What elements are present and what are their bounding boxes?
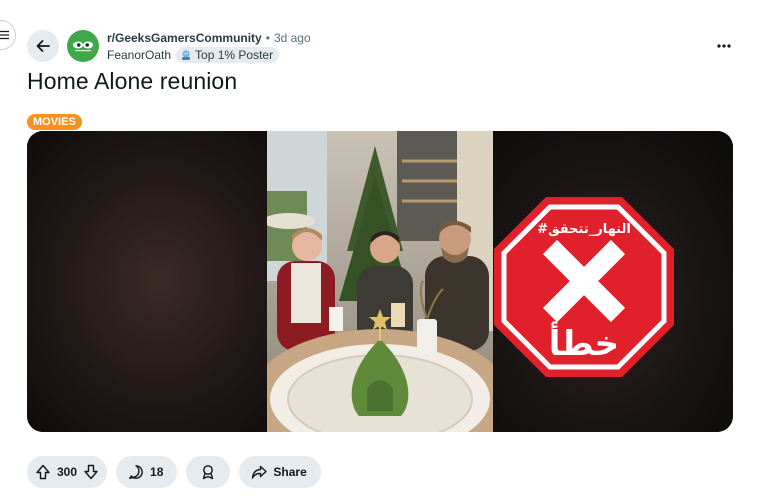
downvote-icon[interactable]: [83, 464, 99, 480]
more-options-icon: [717, 44, 731, 48]
sidebar-menu-button[interactable]: [0, 20, 16, 50]
subreddit-avatar[interactable]: [67, 30, 99, 62]
share-icon: [252, 465, 268, 479]
vote-control: 300: [27, 456, 108, 488]
overlay-top-text: #النهار_تتحقق: [537, 222, 631, 237]
author-flair-badge: Top 1% Poster: [176, 47, 280, 63]
upvote-icon[interactable]: [35, 464, 51, 480]
share-button[interactable]: Share: [239, 456, 321, 488]
author-flair-label: Top 1% Poster: [195, 48, 274, 62]
flair-icon: [182, 50, 191, 60]
meta-separator: •: [265, 31, 270, 45]
post-time: 3d ago: [273, 31, 311, 45]
eyes-logo-icon: [73, 41, 93, 52]
more-options-button[interactable]: [714, 36, 734, 56]
share-label: Share: [273, 465, 307, 479]
post-image[interactable]: #النهار_تتحقق خطأ: [27, 131, 733, 432]
post-meta: r/GeeksGamersCommunity • 3d ago FeanorOa…: [107, 30, 311, 63]
overlay-bottom-text: خطأ: [549, 321, 619, 364]
author-name[interactable]: FeanorOath: [107, 47, 171, 63]
award-icon: [203, 465, 214, 480]
reunion-photo: [267, 131, 493, 432]
subreddit-name[interactable]: r/GeeksGamersCommunity: [107, 30, 262, 46]
post-actions: 300 18 Share: [27, 456, 321, 488]
image-blur-left: [27, 131, 267, 432]
comment-count: 18: [150, 465, 164, 479]
vote-count: 300: [57, 465, 78, 479]
award-button[interactable]: [186, 456, 231, 488]
post-flair-tag[interactable]: MOVIES: [27, 114, 82, 130]
comments-button[interactable]: 18: [116, 456, 178, 488]
post-title[interactable]: Home Alone reunion: [27, 68, 237, 95]
fact-check-false-stop-sign: #النهار_تتحقق خطأ: [494, 197, 674, 377]
back-arrow-icon: [36, 40, 50, 52]
back-button[interactable]: [27, 30, 59, 62]
comment-icon: [129, 465, 143, 480]
menu-icon: [0, 30, 9, 40]
